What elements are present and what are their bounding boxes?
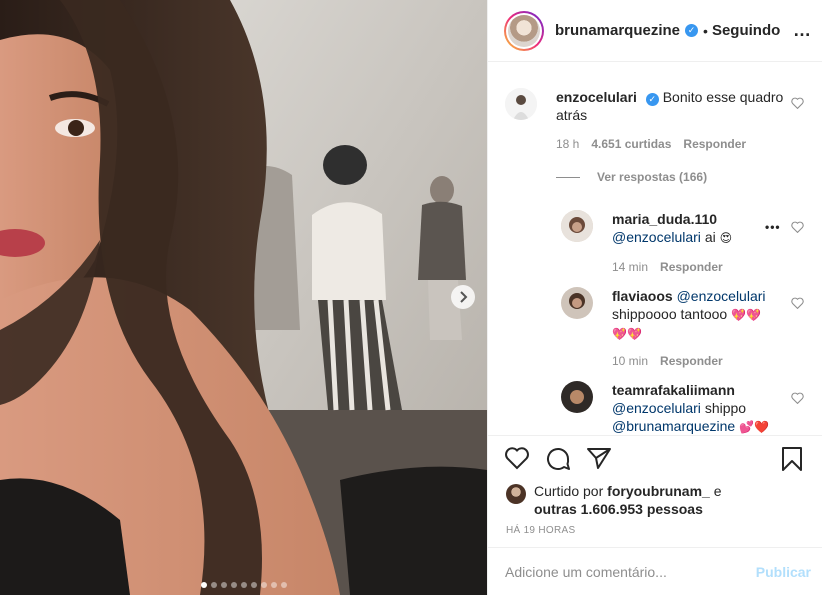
author-avatar[interactable]: [504, 10, 544, 51]
reply-body: teamrafakaliimann @enzocelulari shippo @…: [612, 381, 787, 435]
reply-username[interactable]: teamrafakaliimann: [612, 382, 735, 398]
carousel-dot: [220, 582, 227, 588]
reply-time: 10 min: [612, 354, 649, 368]
reply-options-icon[interactable]: •••: [765, 220, 781, 234]
comment-body: enzocelulari ✓ Bonito esse quadro atrás: [556, 88, 786, 124]
post-timestamp[interactable]: HÁ 19 HORAS: [506, 525, 575, 536]
post-media[interactable]: [0, 0, 487, 595]
post-photo: [0, 0, 487, 595]
avatar[interactable]: [561, 210, 593, 242]
comment-input[interactable]: Adicione um comentário...: [505, 564, 756, 580]
carousel-dot: [240, 582, 247, 588]
post-header: brunamarquezine ✓ • Seguindo …: [488, 0, 822, 62]
mention-link[interactable]: @enzocelulari: [612, 229, 701, 245]
reply-username[interactable]: flaviaoos: [612, 288, 673, 304]
following-button[interactable]: Seguindo: [712, 22, 780, 39]
reply-time: 14 min: [612, 260, 649, 274]
paper-plane-icon: [587, 448, 611, 469]
user-avatar-icon: [561, 381, 593, 413]
carousel-indicator: [0, 582, 487, 588]
carousel-dot: [230, 582, 237, 588]
reply-text: ai: [704, 229, 716, 245]
like-reply-button[interactable]: [791, 296, 804, 312]
reply-username[interactable]: maria_duda.110: [612, 211, 717, 227]
avatar[interactable]: [561, 381, 593, 413]
liked-by-conj: e: [713, 483, 722, 499]
comment-username[interactable]: enzocelulari: [556, 89, 637, 105]
reply-meta: 14 min Responder: [612, 260, 723, 274]
replies-divider: [556, 176, 580, 178]
comment-button[interactable]: [545, 446, 571, 475]
mention-link[interactable]: @brunamarquezine: [612, 418, 735, 434]
reply-body: flaviaoos @enzocelulari shippoooo tantoo…: [612, 287, 787, 343]
user-avatar-icon: [561, 210, 593, 242]
reply-button[interactable]: Responder: [660, 354, 723, 368]
mention-link[interactable]: @enzocelulari: [612, 400, 701, 416]
author-username[interactable]: brunamarquezine: [555, 22, 680, 39]
post-actions: [504, 446, 809, 476]
chevron-right-icon: [460, 291, 468, 303]
publish-button[interactable]: Publicar: [756, 564, 811, 580]
comment-time: 18 h: [556, 137, 580, 151]
user-avatar-icon: [561, 287, 593, 319]
reply-meta: 10 min Responder: [612, 354, 723, 368]
comment-icon: [547, 448, 570, 470]
comment-likes[interactable]: 4.651 curtidas: [591, 137, 671, 151]
bookmark-icon: [782, 447, 802, 471]
avatar[interactable]: [561, 287, 593, 319]
carousel-dot: [210, 582, 217, 588]
like-button[interactable]: [504, 446, 530, 473]
carousel-dot: [270, 582, 277, 588]
user-avatar-icon: [505, 88, 537, 120]
view-replies-button[interactable]: Ver respostas (166): [556, 170, 707, 184]
share-button[interactable]: [586, 446, 612, 473]
heart-outline-icon: [791, 97, 804, 110]
like-reply-button[interactable]: [791, 220, 804, 236]
save-button[interactable]: [781, 446, 803, 475]
post-panel: brunamarquezine ✓ • Seguindo … enzocelul…: [487, 0, 822, 595]
like-reply-button[interactable]: [791, 391, 804, 407]
heart-outline-icon: [791, 221, 804, 234]
reply-button[interactable]: Responder: [683, 137, 746, 151]
reply-button[interactable]: Responder: [660, 260, 723, 274]
carousel-dot: [200, 582, 207, 588]
liker-avatar[interactable]: [506, 484, 526, 504]
carousel-dot: [250, 582, 257, 588]
comments-list[interactable]: enzocelulari ✓ Bonito esse quadro atrás …: [488, 62, 822, 436]
carousel-next-button[interactable]: [451, 285, 475, 309]
carousel-dot: [260, 582, 267, 588]
mention-link[interactable]: @enzocelulari: [677, 288, 766, 304]
reply-body: maria_duda.110 @enzocelulari ai 😍: [612, 210, 782, 247]
view-replies-label: Ver respostas (166): [597, 170, 708, 184]
verified-badge-icon: ✓: [685, 24, 699, 37]
verified-badge-icon: ✓: [645, 93, 659, 106]
heart-outline-icon: [791, 297, 804, 310]
heart-outline-icon: [791, 392, 804, 405]
avatar[interactable]: [505, 88, 537, 120]
heart-icon: [505, 447, 529, 470]
liked-by-prefix: Curtido por: [534, 483, 604, 499]
liker-username[interactable]: foryoubrunam_: [607, 483, 710, 499]
emoji: 💖💖: [612, 327, 642, 341]
others-likes-link[interactable]: outras 1.606.953 pessoas: [534, 501, 703, 517]
emoji: 💖💖: [731, 308, 761, 322]
reply-text: shippoooo tantooo: [612, 306, 728, 322]
more-options-icon[interactable]: …: [793, 20, 812, 41]
like-comment-button[interactable]: [791, 96, 804, 112]
add-comment-bar: Adicione um comentário... Publicar: [488, 547, 822, 595]
emoji: 💕❤️: [739, 420, 769, 434]
comment-meta: 18 h 4.651 curtidas Responder: [556, 137, 746, 151]
carousel-dot: [280, 582, 287, 588]
follow-separator: •: [703, 22, 708, 39]
reply-text: shippo: [704, 400, 747, 416]
emoji: 😍: [719, 231, 733, 245]
